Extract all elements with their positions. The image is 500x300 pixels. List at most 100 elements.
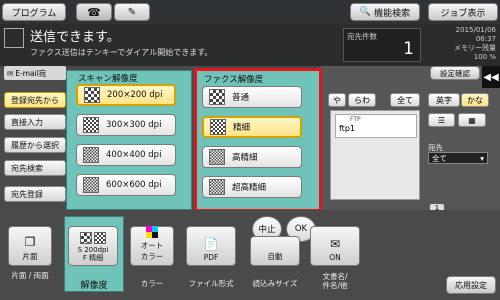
resolution-tile-label: 解像度 — [80, 281, 108, 291]
scan-pattern-icon — [83, 117, 99, 133]
apply-settings-button[interactable]: 応用設定 — [446, 276, 496, 294]
color-tile-label: カラー — [140, 279, 164, 288]
function-search-label: 機能検索 — [374, 8, 411, 19]
header-bar — [0, 0, 500, 24]
search-icon: 🔍 — [359, 7, 372, 17]
tab-ya[interactable]: や — [328, 93, 346, 107]
fax-pattern-icon — [209, 89, 225, 105]
double-left-arrow-icon: ◀◀ — [483, 71, 499, 83]
resolution-pattern-icons — [80, 232, 106, 244]
destination-count: 1 — [403, 39, 414, 59]
chevron-down-icon: ▾ — [480, 153, 484, 163]
document-name-tile-label: 文書名/ 件名/他 — [322, 272, 348, 290]
scan-option-label: 400×400 dpi — [106, 150, 162, 160]
fax-res-icon — [94, 232, 106, 244]
file-format-tile-text: PDF — [203, 253, 219, 262]
function-search-button[interactable]: 🔍 機能検索 — [350, 3, 420, 21]
side-item-direct-input[interactable]: 直接入力 — [4, 114, 66, 130]
pdf-file-icon: 📄 — [203, 237, 219, 251]
scan-option-label: 600×600 dpi — [106, 180, 162, 190]
fax-option-label: 精細 — [233, 123, 251, 133]
scan-option-300[interactable]: 300×300 dpi — [76, 114, 176, 136]
fax-pattern-icon — [209, 149, 225, 165]
resolution-tile[interactable]: S 200dpi F 精細 — [68, 226, 118, 266]
status-message: ファクス送信はテンキーでダイアル開始できます。 — [30, 48, 213, 57]
file-format-tile[interactable]: 📄 PDF — [186, 226, 236, 266]
fax-pattern-icon — [209, 179, 225, 195]
fax-resolution-title: ファクス解像度 — [204, 75, 264, 85]
destination-ftp1[interactable]: FTP ftp1 — [335, 114, 417, 138]
tab-all[interactable]: 全て — [390, 93, 420, 107]
scan-pattern-icon — [83, 177, 99, 193]
duplex-icon: ❐ — [24, 235, 36, 249]
grid-view-toggle[interactable]: ▦ — [458, 113, 486, 127]
destination-list: FTP ftp1 — [330, 110, 420, 200]
fax-pattern-icon — [210, 119, 226, 135]
scan-option-600[interactable]: 600×600 dpi — [76, 174, 176, 196]
edit-mode-button[interactable]: ✎ — [114, 3, 150, 21]
destination-count-box: 宛先件数 1 — [343, 28, 421, 62]
ftp-name: ftp1 — [339, 124, 355, 133]
color-tile[interactable]: オート カラー — [130, 226, 174, 266]
memory-value: 100 % — [473, 53, 496, 61]
status-title: 送信できます。 — [30, 30, 120, 45]
date-text: 2015/01/06 — [455, 26, 496, 34]
email-tab-label: E-mail宛 — [15, 68, 47, 78]
email-tab[interactable]: ✉ E-mail宛 — [4, 66, 66, 80]
scan-option-200[interactable]: 200×200 dpi — [76, 84, 176, 106]
side-item-registered[interactable]: 登録宛先から — [4, 92, 66, 108]
file-format-tile-label: ファイル形式 — [188, 279, 234, 288]
grid-view-icon: ▦ — [468, 115, 476, 125]
duplex-tile-text: 片面 — [22, 252, 38, 261]
side-item-register[interactable]: 宛先登録 — [4, 186, 66, 202]
scan-res-icon — [80, 232, 92, 244]
scan-size-tile-text: 自動 — [267, 252, 283, 261]
destination-count-label: 宛先件数 — [347, 32, 377, 41]
scan-pattern-icon — [84, 87, 100, 103]
duplex-tile-label: 片面 / 両面 — [11, 271, 49, 280]
job-list-button[interactable]: ジョブ表示 — [428, 3, 498, 21]
mail-icon: ✉ — [7, 68, 14, 78]
fax-option-ultrafine[interactable]: 超高精細 — [202, 176, 302, 198]
collapse-panel-button[interactable]: ◀◀ — [482, 66, 500, 88]
ftp-type-label: FTP — [350, 116, 361, 123]
tab-rawa[interactable]: らわ — [348, 93, 376, 107]
list-view-icon: ☰ — [437, 115, 446, 125]
resolution-tile-text: S 200dpi F 精細 — [77, 246, 109, 262]
side-item-history[interactable]: 履歴から選択 — [4, 137, 66, 153]
memory-label: メモリー残量 — [454, 44, 496, 52]
settings-confirm-button[interactable]: 設定確認 — [430, 66, 480, 80]
destination-filter-select[interactable]: 全て ▾ — [428, 152, 488, 164]
scan-size-tile-label: 読込みサイズ — [252, 279, 298, 288]
program-button[interactable]: プログラム — [2, 3, 66, 21]
fax-option-fine[interactable]: 精細 — [202, 116, 302, 138]
pen-icon: ✎ — [127, 6, 137, 18]
clock-and-memory: 2015/01/06 06:37 メモリー残量 100 % — [424, 26, 496, 62]
color-tile-text: オート カラー — [140, 241, 164, 261]
document-icon — [4, 28, 24, 48]
fax-option-label: 超高精細 — [232, 183, 267, 193]
fax-option-normal[interactable]: 普通 — [202, 86, 302, 108]
fax-option-label: 高精細 — [232, 153, 258, 163]
fax-option-label: 普通 — [232, 93, 250, 103]
tab-alpha[interactable]: 英字 — [428, 93, 460, 107]
side-item-search[interactable]: 宛先検索 — [4, 160, 66, 176]
scan-resolution-title: スキャン解像度 — [78, 74, 138, 84]
scan-option-400[interactable]: 400×400 dpi — [76, 144, 176, 166]
fax-option-superfine[interactable]: 高精細 — [202, 146, 302, 168]
scan-size-tile[interactable]: 自動 — [250, 236, 300, 266]
color-swatch-icon — [146, 226, 158, 238]
mail-icon: ✉ — [329, 237, 341, 251]
document-name-tile-text: ON — [329, 253, 341, 262]
duplex-tile[interactable]: ❐ 片面 — [8, 226, 52, 266]
fax-mode-button[interactable]: ☎ — [76, 3, 112, 21]
document-name-tile[interactable]: ✉ ON — [310, 226, 360, 266]
fax-phone-icon: ☎ — [87, 5, 101, 19]
list-view-toggle[interactable]: ☰ — [428, 113, 455, 127]
time-text: 06:37 — [475, 35, 496, 43]
scan-pattern-icon — [83, 147, 99, 163]
destination-filter-value: 全て — [432, 153, 447, 163]
scan-option-label: 300×300 dpi — [106, 120, 162, 130]
scan-option-label: 200×200 dpi — [107, 90, 163, 100]
tab-kana[interactable]: かな — [461, 93, 489, 107]
